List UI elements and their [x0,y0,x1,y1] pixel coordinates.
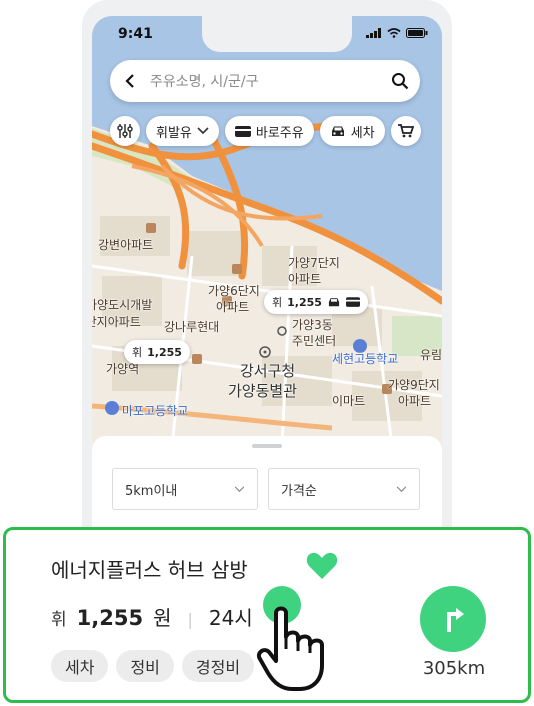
tag-car-wash: 세차 [51,650,109,682]
chevron-down-icon [396,485,407,492]
station-pin[interactable]: 휘 1,255 [264,290,368,314]
tag-maintenance: 정비 [116,650,174,682]
favorite-heart-icon[interactable] [306,552,338,584]
price-amount: 1,255 [76,606,144,630]
search-placeholder[interactable]: 주유소명, 시/군/구 [150,71,380,91]
map-label: 마포고등학교 [122,404,189,418]
navigate-button[interactable] [420,586,486,652]
card-icon [234,125,251,137]
store-chip[interactable] [390,116,421,146]
divider: | [187,610,193,629]
filter-chips: 휘발유 바로주유 세차 [110,116,421,146]
map-label: 주민센터 [292,334,337,348]
map-label: 아파트 [398,394,432,408]
station-pin[interactable]: 휘 1,255 [124,340,190,364]
phone-frame: 9:41 주유소명, 시/군/구 휘발유 바로주유 세차 강변아파트 가양7단지… [82,0,452,560]
pin-price: 1,255 [287,295,322,309]
car-icon [331,126,344,136]
pin-price: 1,255 [147,345,182,359]
car-wash-chip[interactable]: 세차 [319,116,385,146]
sheet-handle[interactable] [252,444,282,448]
map-label: 가양동별관 [228,382,298,400]
pin-fuel: 휘 [272,296,283,309]
radius-select-value: 5km이내 [125,483,178,499]
map-label: 강변아파트 [98,238,154,252]
distance-label: 305km [422,658,486,679]
pin-fuel: 휘 [132,346,143,359]
quick-pay-chip[interactable]: 바로주유 [224,116,314,146]
service-tags: 세차 정비 경정비 [51,650,255,682]
map-label: 세현고등학교 [332,352,399,366]
price-row: 휘 1,255 원 | 24시 [51,602,253,631]
station-name: 에너지플러스 허브 삼방 [51,558,248,582]
cart-icon [397,124,414,138]
hours-label: 24시 [208,606,253,630]
map-label: 이마트 [332,394,366,408]
back-icon[interactable] [110,74,150,88]
map-label: 아파트 [288,272,322,286]
sort-select[interactable]: 가격순 [268,468,420,510]
route-turn-icon [447,608,464,632]
sort-select-value: 가격순 [281,483,317,499]
car-wash-label: 세차 [350,125,375,141]
battery-icon [406,28,428,38]
map-label: 가양7단지 [288,256,340,270]
status-time: 9:41 [118,26,153,42]
search-bar[interactable]: 주유소명, 시/군/구 [110,60,420,102]
tag-light-maintenance: 경정비 [181,650,255,682]
fuel-type-label: 휘발유 [156,125,192,141]
map-label: 아파트 [216,300,250,314]
status-icons [366,28,428,38]
map-label: 강서구청 [240,362,296,380]
chevron-down-icon [234,485,245,492]
fuel-label: 휘 [51,610,67,630]
map-label: 가양3동 [292,318,333,332]
signal-icon [366,28,381,38]
tap-gesture-icon [257,586,324,691]
fuel-type-chip[interactable]: 휘발유 [146,116,219,146]
card-icon [345,297,360,307]
map-label: 2단지아파트 [92,315,141,329]
map-label: 가양도시개발 [92,298,153,312]
chevron-down-icon [197,127,209,135]
map-label: 가양9단지 [388,378,440,392]
map-label: 강나루현대 [164,320,220,334]
map-label: 가양6단지 [208,284,260,298]
quick-pay-label: 바로주유 [255,125,304,141]
sliders-icon [117,124,133,138]
price-unit: 원 [153,606,172,630]
status-bar: 9:41 [92,16,442,52]
car-wash-icon [328,297,339,306]
filter-settings-chip[interactable] [110,116,140,146]
search-icon[interactable] [380,72,420,90]
app-screen: 9:41 주유소명, 시/군/구 휘발유 바로주유 세차 강변아파트 가양7단지… [92,16,442,560]
radius-select[interactable]: 5km이내 [112,468,258,510]
wifi-icon [387,28,401,38]
map-label: 유림 [420,348,442,362]
